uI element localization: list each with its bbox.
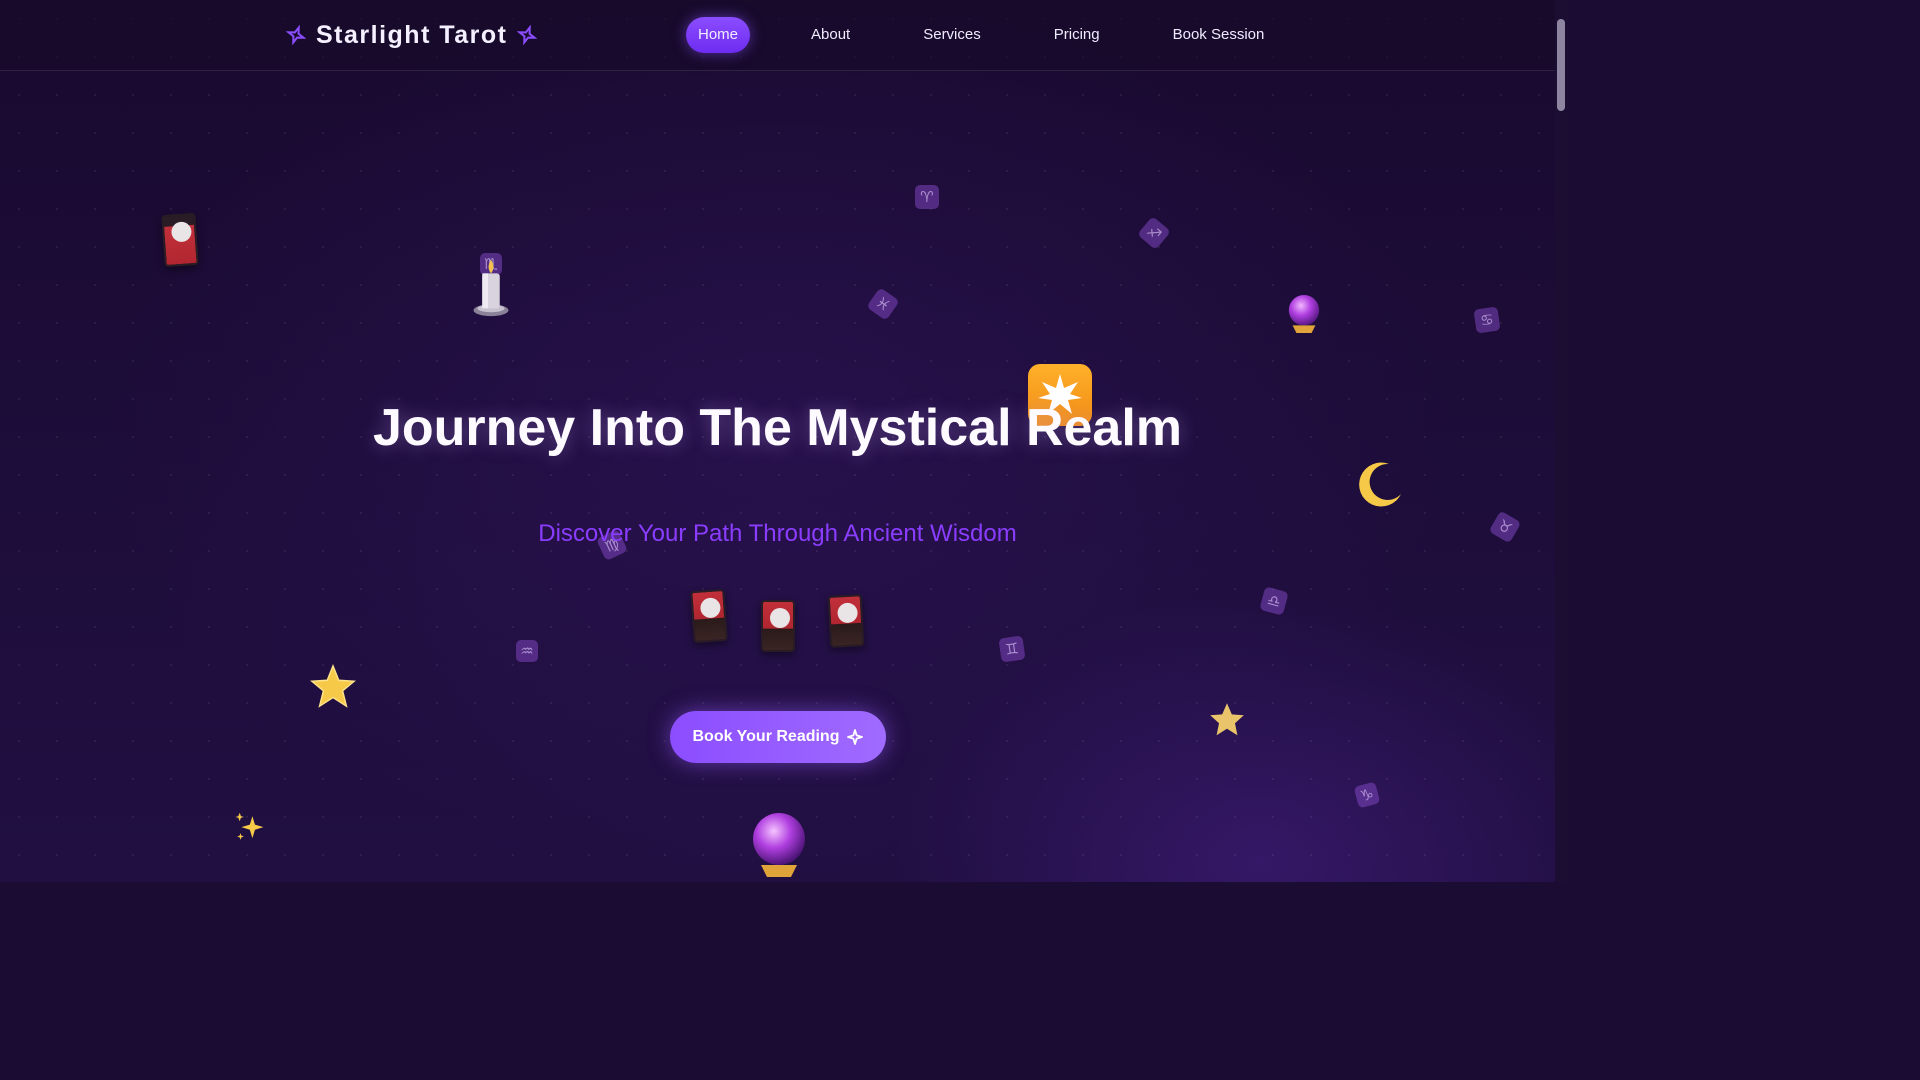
page-scrollbar[interactable] [1555,0,1568,882]
tarot-card-icon [161,212,199,268]
tarot-card-icon [690,588,728,644]
nav-link-services[interactable]: Services [911,17,993,53]
scrollbar-thumb[interactable] [1557,19,1565,111]
brand[interactable]: Starlight Tarot [286,18,538,52]
tarot-card-icon [761,600,795,652]
brand-name: Starlight Tarot [316,20,508,49]
hero-title: Journey Into The Mystical Realm [372,399,1183,457]
zodiac-capricorn-icon: ♑ [1353,781,1381,809]
zodiac-cancer-icon: ♋ [1473,306,1501,334]
zodiac-sagittarius-icon: ♐ [1137,216,1171,250]
sparkles-icon [235,812,264,840]
zodiac-aquarius-icon: ♒ [516,640,538,662]
book-your-reading-button[interactable]: Book Your Reading [670,711,886,763]
hero-subtitle: Discover Your Path Through Ancient Wisdo… [538,520,1017,547]
tarot-card-icon [827,594,865,648]
zodiac-libra-icon: ♎ [1259,586,1289,616]
crescent-moon-icon [1359,462,1401,507]
crystal-ball-icon [1288,295,1320,333]
nav-link-home[interactable]: Home [686,17,751,53]
crystal-ball-icon [753,813,805,877]
nav-link-book-session[interactable]: Book Session [1161,17,1277,53]
candle-icon [473,259,509,317]
nav-link-pricing[interactable]: Pricing [1042,17,1112,53]
sparkle-icon [286,25,306,45]
nav-links: Home About Services Pricing Book Session [686,17,1276,53]
nav-link-about[interactable]: About [799,17,862,53]
zodiac-gemini-icon: ♊ [998,635,1026,663]
sparkle-icon [517,25,538,45]
top-nav: Starlight Tarot Home About Services Pric… [0,0,1555,71]
page: Starlight Tarot Home About Services Pric… [0,0,1568,882]
zodiac-aries-icon: ♈ [915,185,939,209]
sparkle-icon [847,729,864,745]
star-icon [1210,703,1244,736]
zodiac-pisces-icon: ♓ [866,287,900,321]
glowing-star-icon [310,663,356,708]
cta-label: Book Your Reading [692,728,840,745]
